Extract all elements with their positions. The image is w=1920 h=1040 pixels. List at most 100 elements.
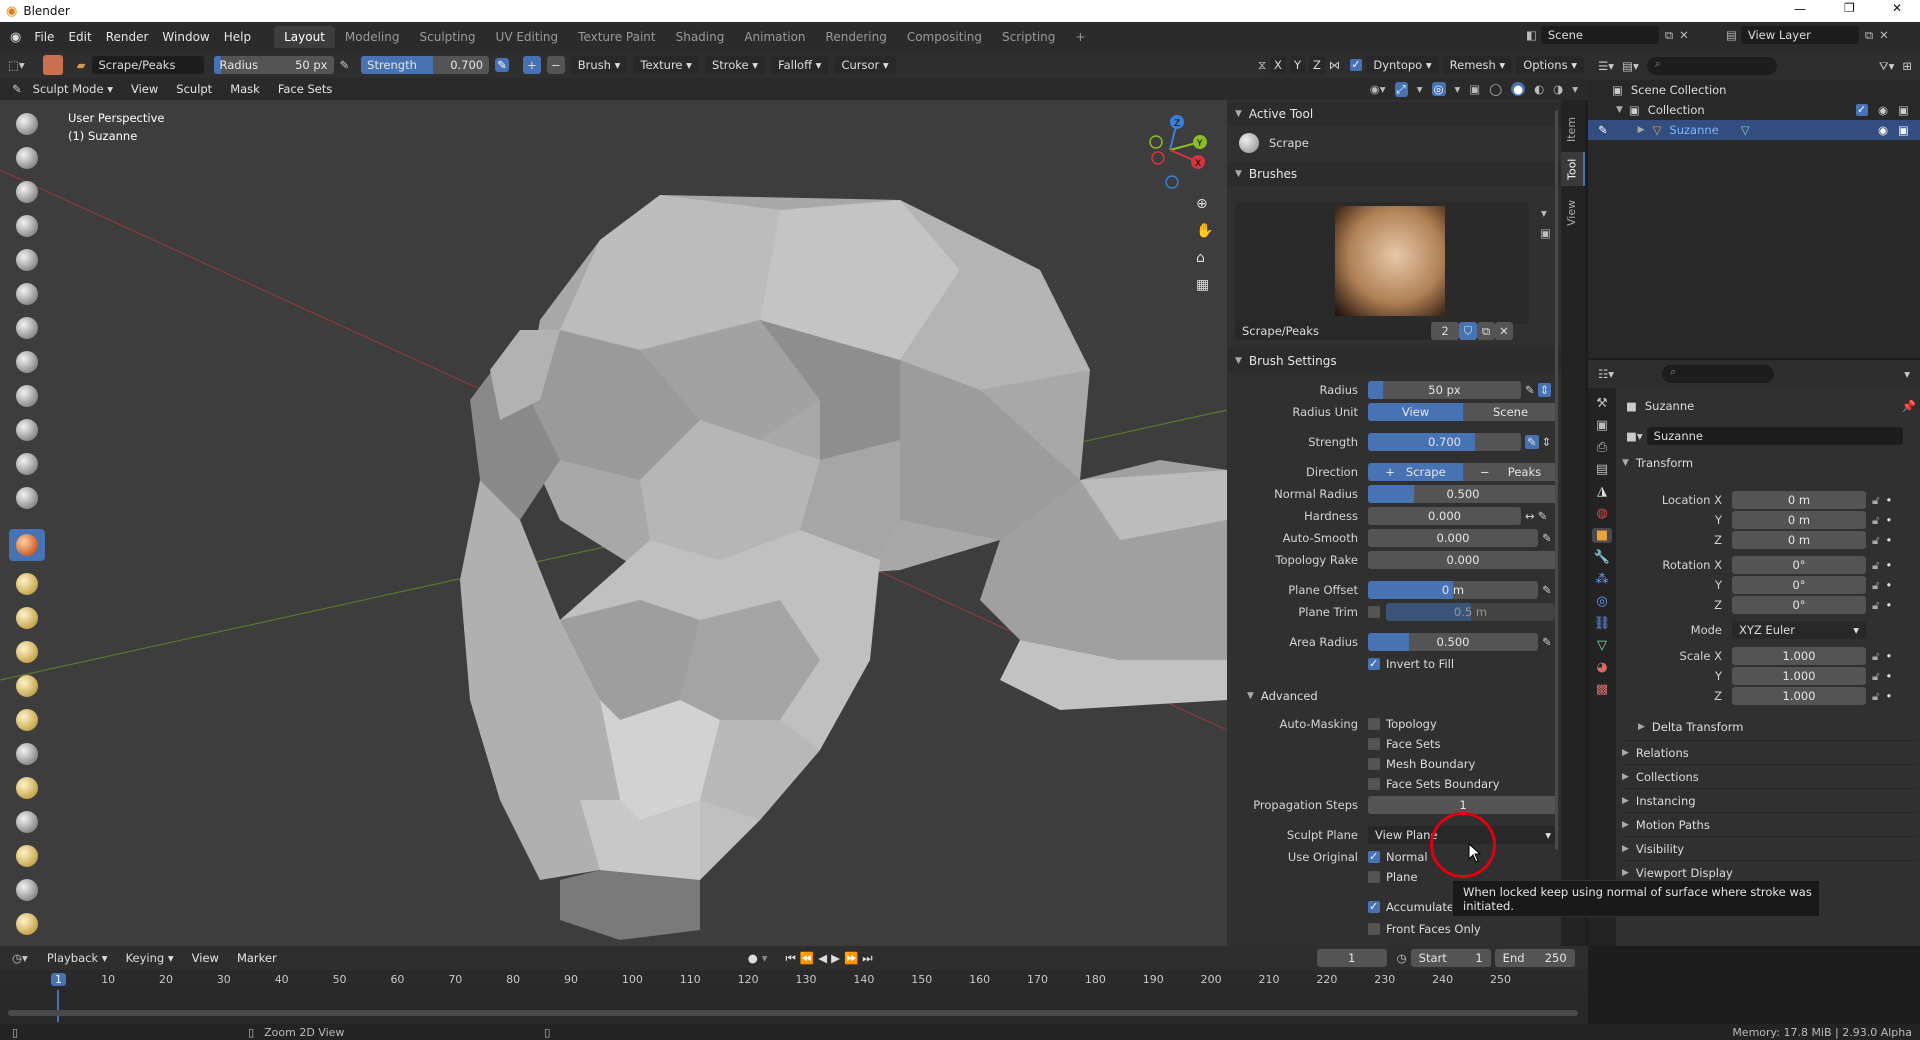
menu-help[interactable]: Help [217, 26, 258, 48]
wireframe-shading-icon[interactable]: ◯ [1489, 82, 1502, 96]
next-keyframe-icon[interactable]: ⏩ [844, 951, 858, 965]
auto-smooth-field[interactable]: 0.000 [1368, 529, 1538, 547]
front-faces-only-checkbox[interactable] [1368, 923, 1380, 935]
tab-layout[interactable]: Layout [274, 26, 335, 48]
blender-menu-icon[interactable]: ◉ [10, 30, 21, 45]
brush-preview-box[interactable] [1235, 202, 1529, 324]
hide-eye-icon[interactable]: ◉ [1878, 123, 1888, 137]
play-icon[interactable]: ▶ [831, 951, 840, 965]
world-tab-icon[interactable]: ◍ [1596, 506, 1607, 521]
texture-tab-icon[interactable]: ▩ [1596, 682, 1608, 697]
render-camera-icon[interactable]: ▣ [1898, 103, 1909, 117]
lock-icon[interactable]: 🔓︎ [1872, 598, 1879, 613]
brush-list-dropdown-icon[interactable]: ▾ [1541, 206, 1547, 220]
slide-relax-brush-icon[interactable] [16, 879, 38, 901]
nudge-brush-icon[interactable] [16, 811, 38, 833]
smooth-brush-icon[interactable] [16, 419, 38, 441]
inflate-brush-icon[interactable] [16, 317, 38, 339]
direction-peaks-button[interactable]: − Peaks [1463, 463, 1558, 481]
tab-shading[interactable]: Shading [666, 26, 735, 48]
outliner-row-scene-collection[interactable]: ▣ Scene Collection [1588, 80, 1920, 100]
frame-ruler[interactable]: 1 10 20 30 40 50 60 70 80 90 100 110 120 130 140 150 160… [0, 970, 1588, 990]
particles-tab-icon[interactable]: ⁂ [1596, 572, 1609, 587]
material-shading-icon[interactable]: ◐ [1534, 82, 1544, 96]
subtract-direction-button[interactable]: − [546, 56, 565, 74]
area-radius-pressure-icon[interactable]: ✎ [1542, 635, 1552, 649]
brush-settings-header[interactable]: ▼ Brush Settings [1227, 349, 1561, 373]
fake-user-icon[interactable]: ⛉ [1459, 322, 1477, 340]
location-z-field[interactable]: 0 m [1732, 531, 1866, 549]
clay-brush-icon[interactable] [16, 181, 38, 203]
record-options-icon[interactable]: ▾ [762, 951, 768, 965]
mode-selector[interactable]: Sculpt Mode ▾ [26, 80, 120, 98]
lock-icon[interactable]: 🔓︎ [1872, 513, 1879, 528]
lock-icon[interactable]: 🔓︎ [1872, 689, 1879, 704]
brush-image-icon[interactable]: ▣ [1540, 226, 1551, 240]
location-y-field[interactable]: 0 m [1732, 511, 1866, 529]
scene-field[interactable]: Scene [1540, 26, 1659, 44]
scale-y-field[interactable]: 1.000 [1732, 667, 1866, 685]
advanced-subpanel-header[interactable]: ▼ Advanced [1247, 685, 1318, 707]
hardness-pressure-icon[interactable]: ✎ [1538, 509, 1548, 523]
viewport-menu-face-sets[interactable]: Face Sets [271, 78, 340, 100]
radius-prop-slider[interactable]: 50 px [1368, 381, 1521, 399]
strength-prop-slider[interactable]: 0.700 [1368, 433, 1521, 451]
close-button[interactable]: ✕ [1892, 1, 1902, 15]
overlays-icon[interactable]: ◎ [1431, 82, 1446, 96]
radius-pressure-icon[interactable]: ✎ [340, 58, 350, 72]
scene-tab-icon[interactable]: ◮ [1597, 484, 1607, 499]
scrape-brush-icon[interactable] [16, 534, 38, 556]
pinch-brush-icon[interactable] [16, 607, 38, 629]
brush-preview-icon[interactable] [42, 55, 63, 75]
jump-end-icon[interactable]: ⏭ [862, 951, 872, 966]
viewport-menu-mask[interactable]: Mask [223, 78, 267, 100]
boundary-brush-icon[interactable] [16, 913, 38, 935]
topology-rake-field[interactable]: 0.000 [1368, 551, 1558, 569]
edit-mode-pencil-icon[interactable]: ✎ [1598, 123, 1608, 137]
tab-tool[interactable]: Tool [1561, 152, 1585, 186]
use-original-plane-checkbox[interactable] [1368, 871, 1380, 883]
3d-viewport[interactable]: User Perspective (1) Suzanne Z Y X ⊕ ✋ ⌂… [0, 100, 1227, 946]
outliner-row-suzanne[interactable]: ✎ ▶ ▽ Suzanne ▽ ◉ ▣ [1588, 120, 1920, 140]
new-collection-icon[interactable]: ⊞ [1902, 59, 1920, 73]
maximize-button[interactable]: ❐ [1844, 1, 1855, 15]
use-original-normal-checkbox[interactable] [1368, 851, 1380, 863]
editor-type-icon[interactable]: ⬚▾ [8, 58, 25, 72]
clay-thumb-brush-icon[interactable] [16, 249, 38, 271]
playback-menu[interactable]: Playback ▾ [40, 949, 115, 967]
properties-search-field[interactable]: ⌕ [1662, 365, 1775, 383]
collection-exclude-checkbox[interactable] [1856, 104, 1868, 116]
tab-sculpting[interactable]: Sculpting [410, 26, 486, 48]
render-tab-icon[interactable]: ▣ [1596, 418, 1608, 433]
normal-radius-slider[interactable]: 0.500 [1368, 485, 1558, 503]
transform-header[interactable]: ▼ Transform [1622, 452, 1916, 474]
expand-icon[interactable]: ▼ [1616, 105, 1623, 115]
jump-start-icon[interactable]: ⏮ [786, 951, 796, 966]
strength-unified-icon[interactable]: ⇕ [1542, 435, 1552, 449]
sidebar-scrollbar[interactable] [1555, 110, 1558, 850]
plane-offset-slider[interactable]: 0 m [1368, 581, 1538, 599]
xray-icon[interactable]: ▣ [1469, 82, 1480, 96]
stroke-menu[interactable]: Stroke ▾ [704, 56, 766, 74]
output-tab-icon[interactable]: ⎙ [1597, 440, 1607, 455]
outliner-row-collection[interactable]: ▼ ▣ Collection ◉ ▣ [1588, 100, 1920, 120]
brushes-header[interactable]: ▼ Brushes [1227, 162, 1561, 186]
location-x-field[interactable]: 0 m [1732, 491, 1866, 509]
texture-menu[interactable]: Texture ▾ [633, 56, 699, 74]
brush-datablock-name[interactable]: Scrape/Peaks [1235, 322, 1431, 340]
properties-editor-icon[interactable]: ☷▾ [1598, 367, 1614, 381]
hardness-field[interactable]: 0.000 [1368, 507, 1521, 525]
layer-brush-icon[interactable] [16, 283, 38, 305]
keyframe-dot-icon[interactable]: • [1885, 493, 1892, 507]
delta-transform-header[interactable]: ▶ Delta Transform [1638, 717, 1743, 737]
lock-icon[interactable]: 🔓︎ [1872, 578, 1879, 593]
keyframe-dot-icon[interactable]: • [1885, 578, 1892, 592]
crease-brush-icon[interactable] [16, 385, 38, 407]
lock-icon[interactable]: 🔓︎ [1872, 669, 1879, 684]
viewport-menu-view[interactable]: View [124, 78, 165, 100]
playhead-line[interactable] [57, 990, 59, 1022]
overlays-dropdown-icon[interactable]: ▾ [1455, 82, 1461, 96]
tab-compositing[interactable]: Compositing [897, 26, 992, 48]
keying-menu[interactable]: Keying ▾ [119, 949, 181, 967]
pan-hand-icon[interactable]: ✋ [1196, 223, 1213, 239]
